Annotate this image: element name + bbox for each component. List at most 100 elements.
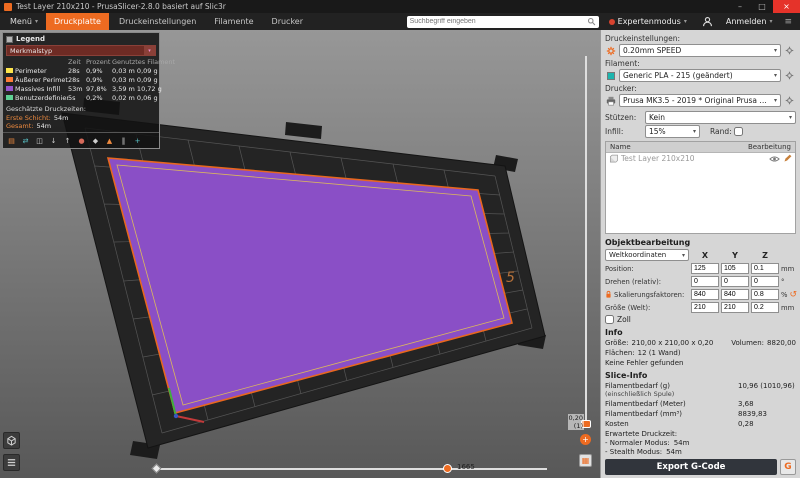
minimize-button[interactable]: – bbox=[729, 0, 751, 13]
position-y-field[interactable] bbox=[721, 263, 749, 274]
maximize-button[interactable]: □ bbox=[751, 0, 773, 13]
moves-slider-track[interactable] bbox=[155, 468, 547, 470]
object-list-header: Name Bearbeitung bbox=[606, 142, 795, 153]
legend-toggle-icon[interactable]: ▦ bbox=[579, 454, 592, 467]
filament-color-icon bbox=[605, 72, 617, 80]
rotate-x-field[interactable] bbox=[691, 276, 719, 287]
color-changes-icon[interactable]: ▲ bbox=[103, 135, 116, 146]
export-gcode-button[interactable]: Export G-Code bbox=[605, 459, 777, 475]
supports-select[interactable]: Kein ▾ bbox=[645, 111, 796, 124]
infill-label: Infill: bbox=[605, 127, 643, 136]
search-icon[interactable] bbox=[587, 17, 596, 26]
scale-label: Skalierungsfaktoren: bbox=[605, 290, 689, 299]
edit-print-settings-icon[interactable] bbox=[783, 44, 796, 57]
tab-filamente[interactable]: Filamente bbox=[206, 13, 261, 30]
inches-label: Zoll bbox=[617, 315, 631, 324]
edit-printer-icon[interactable] bbox=[783, 94, 796, 107]
chevron-down-icon: ▾ bbox=[774, 72, 777, 79]
login-button[interactable]: Anmelden ▾ bbox=[720, 17, 779, 26]
inches-checkbox[interactable] bbox=[605, 315, 614, 324]
print-time-normal: - Normaler Modus:54m bbox=[605, 439, 796, 447]
close-button[interactable]: × bbox=[773, 0, 800, 13]
scale-y-field[interactable] bbox=[721, 289, 749, 300]
brim-checkbox[interactable] bbox=[734, 127, 743, 136]
export-gcode-icon[interactable]: G bbox=[780, 459, 796, 475]
rotate-label: Drehen (relativ): bbox=[605, 278, 689, 286]
coordinates-select[interactable]: Weltkoordinaten ▾ bbox=[605, 249, 689, 261]
scale-z-field[interactable] bbox=[751, 289, 779, 300]
chevron-down-icon: ▾ bbox=[769, 18, 772, 25]
axis-y-label: Y bbox=[721, 251, 749, 260]
feature-color-chip bbox=[6, 86, 13, 91]
position-x-field[interactable] bbox=[691, 263, 719, 274]
supports-label: Stützen: bbox=[605, 113, 643, 122]
position-z-field[interactable] bbox=[751, 263, 779, 274]
chevron-down-icon: ▾ bbox=[774, 97, 777, 104]
layer-slider[interactable]: 0,20 (1) + ▦ bbox=[578, 56, 598, 476]
custom-gcodes-icon[interactable]: + bbox=[131, 135, 144, 146]
moves-slider-value: 1665 bbox=[457, 463, 475, 471]
chevron-down-icon: ▾ bbox=[682, 252, 685, 259]
infill-select[interactable]: 15% ▾ bbox=[645, 125, 700, 138]
axis-x-label: X bbox=[691, 251, 719, 260]
info-errors-line: Keine Fehler gefunden bbox=[605, 359, 796, 367]
legend-row-perimeter: Perimeter 28s0,9%0,03 m 0,09 g bbox=[6, 66, 156, 75]
legend-panel: Legend Merkmalstyp ▾ Zeit Prozent Genutz… bbox=[2, 32, 160, 149]
tool-changes-icon[interactable]: ◆ bbox=[89, 135, 102, 146]
printer-icon bbox=[605, 96, 617, 106]
filament-select[interactable]: Generic PLA - 215 (geändert) ▾ bbox=[619, 69, 781, 82]
rotate-y-field[interactable] bbox=[721, 276, 749, 287]
scale-x-field[interactable] bbox=[691, 289, 719, 300]
legend-row-solid-infill: Massives Infill 53m97,8%3,59 m 10,72 g bbox=[6, 84, 156, 93]
print-time-stealth: - Stealth Modus:54m bbox=[605, 448, 796, 456]
shells-icon[interactable]: ◫ bbox=[33, 135, 46, 146]
size-y-field[interactable] bbox=[721, 302, 749, 313]
printer-select[interactable]: Prusa MK3.5 - 2019 * Original Prusa MK3.… bbox=[619, 94, 781, 107]
size-x-field[interactable] bbox=[691, 302, 719, 313]
mode-selector[interactable]: Expertenmodus ▾ bbox=[601, 17, 695, 26]
editor-view-icon[interactable] bbox=[3, 432, 20, 449]
layer-slider-track[interactable] bbox=[585, 56, 587, 428]
moves-slider[interactable]: 1665 bbox=[155, 464, 547, 474]
search-input[interactable] bbox=[410, 18, 585, 25]
window-controls: – □ × bbox=[729, 0, 800, 13]
search-box bbox=[407, 16, 599, 28]
tab-druckplatte[interactable]: Druckplatte bbox=[46, 13, 109, 30]
add-color-change-icon[interactable]: + bbox=[580, 434, 591, 445]
travel-paths-icon[interactable]: ⇄ bbox=[19, 135, 32, 146]
moves-slider-high-handle[interactable] bbox=[443, 464, 452, 473]
size-z-field[interactable] bbox=[751, 302, 779, 313]
edit-icon[interactable] bbox=[783, 154, 792, 163]
rotate-z-field[interactable] bbox=[751, 276, 779, 287]
main-area: 5 Legend Merkmalstyp ▾ Zeit bbox=[0, 30, 800, 478]
object-list-item[interactable]: Test Layer 210x210 bbox=[606, 153, 795, 164]
3d-viewport[interactable]: 5 Legend Merkmalstyp ▾ Zeit bbox=[0, 30, 600, 478]
app-logo-icon bbox=[4, 3, 12, 11]
feature-color-chip bbox=[6, 77, 13, 82]
deretractions-icon[interactable]: ↑ bbox=[61, 135, 74, 146]
retractions-icon[interactable]: ↓ bbox=[47, 135, 60, 146]
slice-filament-meters: Filamentbedarf (Meter)3,68 bbox=[605, 400, 796, 408]
print-settings-icon bbox=[605, 46, 617, 56]
account-button[interactable] bbox=[697, 16, 718, 27]
edit-filament-icon[interactable] bbox=[783, 69, 796, 82]
preview-view-icon[interactable] bbox=[3, 454, 20, 471]
chevron-down-icon: ▾ bbox=[693, 128, 696, 135]
view-type-select[interactable]: Merkmalstyp ▾ bbox=[6, 45, 156, 56]
reset-scale-icon[interactable]: ↺ bbox=[789, 291, 797, 299]
legend-table-header: Zeit Prozent Genutztes Filament bbox=[6, 58, 156, 66]
bed-number-label: 5 bbox=[506, 270, 515, 286]
uniform-scale-lock-icon[interactable] bbox=[605, 290, 612, 299]
object-list: Name Bearbeitung Test Layer 210x210 bbox=[605, 141, 796, 234]
pause-prints-icon[interactable]: ‖ bbox=[117, 135, 130, 146]
feature-types-icon[interactable]: ▤ bbox=[5, 135, 18, 146]
tab-druckeinstellungen[interactable]: Druckeinstellungen bbox=[111, 13, 204, 30]
feature-color-chip bbox=[6, 95, 13, 100]
eye-icon[interactable] bbox=[769, 155, 780, 163]
tab-drucker[interactable]: Drucker bbox=[264, 13, 311, 30]
chevron-down-icon: ▾ bbox=[144, 46, 155, 55]
collapse-sidebar-icon[interactable]: ≡ bbox=[780, 17, 796, 27]
seams-icon[interactable]: ● bbox=[75, 135, 88, 146]
main-menu-button[interactable]: Menü ▾ bbox=[4, 13, 44, 30]
print-settings-select[interactable]: 0.20mm SPEED ▾ bbox=[619, 44, 781, 57]
